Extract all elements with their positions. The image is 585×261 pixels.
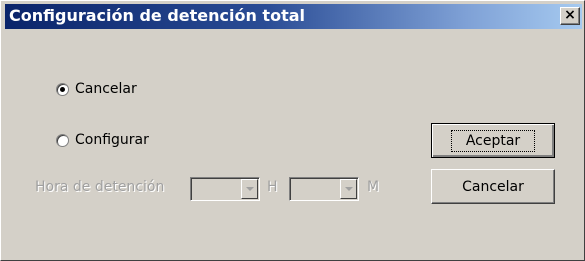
- cancel-button-label: Cancelar: [462, 178, 524, 195]
- title-bar[interactable]: Configuración de detención total ×: [5, 4, 582, 29]
- radio-cancel[interactable]: Cancelar: [56, 81, 137, 97]
- stop-time-label: Hora de detención: [35, 179, 165, 195]
- minute-select[interactable]: [289, 177, 359, 201]
- radio-checked-icon: [56, 82, 69, 96]
- hour-dropdown-arrow-icon[interactable]: [241, 179, 258, 199]
- minute-unit-label: M: [367, 179, 380, 195]
- radio-configure[interactable]: Configurar: [56, 132, 149, 148]
- dialog-title: Configuración de detención total: [9, 6, 305, 25]
- close-button[interactable]: ×: [560, 7, 580, 25]
- stop-settings-dialog: Configuración de detención total × Cance…: [0, 0, 585, 261]
- hour-unit-label: H: [267, 179, 278, 195]
- close-icon: ×: [564, 7, 576, 23]
- cancel-button[interactable]: Cancelar: [431, 169, 555, 204]
- accept-button-label: Aceptar: [450, 129, 536, 152]
- hour-select[interactable]: [190, 177, 260, 201]
- radio-configure-label: Configurar: [75, 132, 149, 148]
- accept-button[interactable]: Aceptar: [431, 123, 555, 158]
- minute-dropdown-arrow-icon[interactable]: [340, 179, 357, 199]
- radio-cancel-label: Cancelar: [75, 81, 137, 97]
- radio-unchecked-icon: [56, 133, 69, 147]
